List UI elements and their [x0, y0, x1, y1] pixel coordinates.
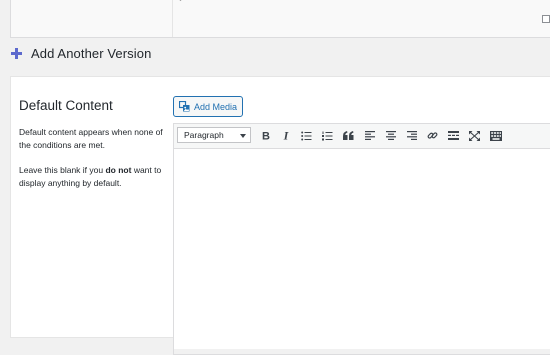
svg-text:I: I	[282, 130, 289, 141]
caret-mark: ˇ	[179, 0, 182, 8]
content-editor: Paragraph B I	[173, 123, 550, 355]
bullet-list-icon	[301, 131, 312, 140]
content-textarea[interactable]	[174, 149, 550, 349]
align-left-button[interactable]	[362, 128, 377, 143]
plus-icon	[11, 48, 22, 59]
blockquote-button[interactable]	[341, 128, 356, 143]
add-media-label: Add Media	[194, 101, 238, 112]
numbered-list-icon	[322, 131, 333, 140]
link-button[interactable]	[425, 128, 440, 143]
italic-button[interactable]: I	[278, 128, 293, 143]
svg-text:B: B	[262, 131, 270, 142]
add-another-version-button[interactable]: Add Another Version	[11, 46, 151, 61]
link-icon	[427, 132, 438, 139]
fullscreen-button[interactable]	[467, 128, 482, 143]
align-center-button[interactable]	[383, 128, 398, 143]
bold-button[interactable]: B	[258, 128, 273, 143]
toolbar-toggle-button[interactable]	[488, 128, 503, 143]
section-title: Default Content	[19, 98, 113, 113]
align-left-icon	[364, 131, 375, 140]
blockquote-icon	[343, 131, 354, 140]
bold-icon: B	[262, 131, 270, 142]
editor-toolbar: Paragraph B I	[174, 124, 550, 149]
fullscreen-icon	[469, 130, 480, 141]
bullet-list-button[interactable]	[299, 128, 314, 143]
align-right-button[interactable]	[404, 128, 419, 143]
add-version-label: Add Another Version	[31, 46, 152, 61]
default-content-panel: Default Content Default content appears …	[10, 76, 550, 355]
add-media-button[interactable]: Add Media	[173, 96, 244, 117]
previous-version-panel: ˇ	[10, 0, 550, 38]
paragraph-format-select[interactable]: Paragraph	[177, 127, 251, 143]
italic-icon: I	[282, 130, 289, 141]
read-more-button[interactable]	[446, 128, 461, 143]
align-center-icon	[385, 131, 396, 140]
numbered-list-button[interactable]	[320, 128, 335, 143]
align-right-icon	[406, 131, 417, 140]
chevron-down-icon	[240, 134, 246, 138]
editor-column: Add Media Paragraph B I	[173, 77, 550, 355]
resize-checkbox[interactable]	[542, 15, 550, 23]
description-text: Default content appears when none of the…	[19, 127, 163, 150]
panel-divider	[172, 0, 173, 37]
media-icon	[179, 101, 190, 112]
blank-hint-text: Leave this blank if you do not want to d…	[19, 165, 162, 188]
read-more-icon	[448, 131, 459, 140]
toolbar-toggle-icon	[489, 130, 502, 141]
